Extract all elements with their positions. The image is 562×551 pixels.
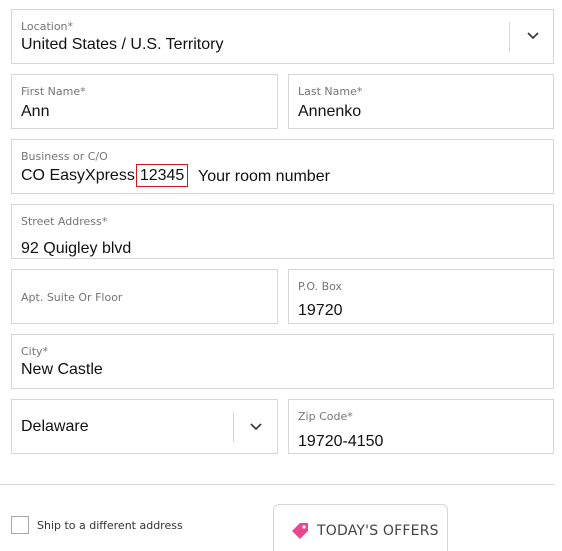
select-divider bbox=[233, 412, 234, 442]
zip-code-field[interactable]: Zip Code* 19720-4150 bbox=[288, 399, 554, 454]
street-address-field[interactable]: Street Address* 92 Quigley blvd bbox=[11, 204, 554, 259]
po-box-field[interactable]: P.O. Box 19720 bbox=[288, 269, 554, 324]
tag-icon bbox=[290, 522, 310, 542]
ship-different-label[interactable]: Ship to a different address bbox=[37, 519, 183, 532]
location-label: Location* bbox=[21, 20, 74, 33]
ship-different-checkbox[interactable] bbox=[11, 516, 29, 534]
room-number-annotation: Your room number bbox=[198, 168, 330, 185]
first-name-value: Ann bbox=[21, 103, 50, 120]
last-name-label: Last Name* bbox=[298, 85, 363, 98]
first-name-field[interactable]: First Name* Ann bbox=[11, 74, 278, 129]
last-name-value: Annenko bbox=[298, 103, 362, 120]
location-select[interactable]: Location* United States / U.S. Territory bbox=[11, 9, 554, 64]
city-field[interactable]: City* New Castle bbox=[11, 334, 554, 389]
zip-code-label: Zip Code* bbox=[298, 410, 353, 423]
city-value: New Castle bbox=[21, 361, 103, 378]
state-value: Delaware bbox=[21, 418, 89, 435]
street-address-label: Street Address* bbox=[21, 215, 108, 228]
business-value: CO EasyXpress 12345 bbox=[21, 164, 189, 187]
first-name-label: First Name* bbox=[21, 85, 86, 98]
todays-offers-button[interactable]: TODAY'S OFFERS bbox=[273, 504, 448, 551]
chevron-down-icon[interactable] bbox=[250, 423, 262, 433]
po-box-value: 19720 bbox=[298, 302, 343, 319]
po-box-label: P.O. Box bbox=[298, 280, 343, 293]
last-name-field[interactable]: Last Name* Annenko bbox=[288, 74, 554, 129]
business-label: Business or C/O bbox=[21, 150, 108, 163]
street-address-value: 92 Quigley blvd bbox=[21, 240, 132, 257]
city-label: City* bbox=[21, 345, 49, 358]
room-number-highlight: 12345 bbox=[135, 164, 189, 187]
select-divider bbox=[509, 22, 510, 52]
apt-field[interactable]: Apt. Suite Or Floor bbox=[11, 269, 278, 324]
zip-code-value: 19720-4150 bbox=[298, 433, 384, 450]
business-value-prefix: CO EasyXpress bbox=[21, 167, 135, 184]
location-value: United States / U.S. Territory bbox=[21, 36, 224, 53]
section-divider bbox=[0, 484, 554, 485]
apt-label: Apt. Suite Or Floor bbox=[21, 291, 123, 304]
todays-offers-label: TODAY'S OFFERS bbox=[317, 523, 439, 539]
business-field[interactable]: Business or C/O CO EasyXpress 12345 Your … bbox=[11, 139, 554, 194]
state-select[interactable]: Delaware bbox=[11, 399, 278, 454]
chevron-down-icon[interactable] bbox=[527, 32, 539, 42]
